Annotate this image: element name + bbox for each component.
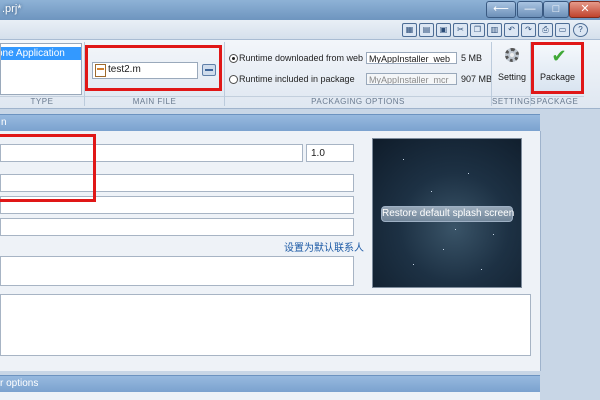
type-section-label: TYPE [0, 96, 84, 108]
star-dot [455, 229, 456, 230]
settings-section-label: SETTINGS [492, 96, 537, 106]
runtime-web-radio[interactable] [229, 54, 238, 63]
map-icon[interactable]: ▦ [402, 23, 417, 37]
ribbon: one Application TYPE test2.m MAIN FILE R… [0, 40, 600, 109]
star-dot [493, 234, 494, 235]
paste-icon[interactable]: ▥ [487, 23, 502, 37]
app-info-header[interactable]: n [0, 114, 540, 132]
summary-field[interactable] [0, 256, 354, 286]
additional-options-panel [0, 392, 540, 400]
mcr-installer-name-field[interactable]: MyAppInstaller_mcr [366, 73, 457, 85]
star-dot [443, 249, 444, 250]
star-dot [481, 269, 482, 270]
window-title: .prj* [2, 3, 22, 15]
highlight-box-app-name [0, 134, 96, 202]
close-button[interactable]: ✕ [569, 1, 600, 18]
copy-icon[interactable]: ❐ [470, 23, 485, 37]
maximize-button[interactable]: □ [543, 1, 569, 18]
app-type-list[interactable]: one Application [0, 43, 82, 95]
set-default-contact-link[interactable]: 设置为默认联系人 [284, 239, 364, 254]
description-field[interactable] [0, 294, 531, 356]
mcr-installer-size: 907 MB [461, 74, 493, 84]
app-info-header-text: n [1, 117, 7, 128]
print-icon[interactable]: ⎙ [538, 23, 553, 37]
print-preview-icon[interactable]: ▭ [555, 23, 570, 37]
star-dot [413, 264, 414, 265]
gear-icon[interactable] [505, 48, 519, 62]
runtime-included-radio[interactable] [229, 75, 238, 84]
highlight-box-main-file [85, 45, 222, 91]
package-button-label: Package [539, 72, 576, 82]
web-installer-size: 5 MB [461, 53, 483, 63]
undo-icon[interactable]: ↶ [504, 23, 519, 37]
main-file-section-label: MAIN FILE [85, 96, 224, 108]
package-button[interactable]: ✔ Package [531, 42, 584, 94]
title-bar: .prj* ⟵ — □ ✕ [0, 0, 600, 21]
version-value: 1.0 [311, 148, 325, 159]
splash-screen-preview[interactable]: Restore default splash screen [372, 138, 522, 288]
help-icon[interactable]: ? [573, 23, 588, 37]
back-button[interactable]: ⟵ [486, 1, 516, 18]
minimize-button[interactable]: — [517, 1, 543, 18]
app-type-item-selected[interactable]: one Application [1, 47, 81, 60]
company-field[interactable] [0, 218, 354, 236]
restore-splash-button[interactable]: Restore default splash screen [381, 206, 514, 222]
cut-icon[interactable]: ✂ [453, 23, 468, 37]
star-dot [403, 159, 404, 160]
save-icon[interactable]: ▣ [436, 23, 451, 37]
redo-icon[interactable]: ↷ [521, 23, 536, 37]
star-dot [468, 173, 469, 174]
quick-access-toolbar: ▦ ▤ ▣ ✂ ❐ ▥ ↶ ↷ ⎙ ▭ ? [0, 20, 600, 40]
web-installer-name-field[interactable]: MyAppInstaller_web [366, 52, 457, 64]
star-dot [431, 191, 432, 192]
runtime-included-label: Runtime included in package [239, 74, 355, 84]
packaging-options-section-label: PACKAGING OPTIONS [225, 96, 491, 108]
additional-options-header-text: r options [0, 378, 39, 389]
additional-options-header[interactable]: r options [0, 375, 540, 393]
checkmark-icon: ✔ [551, 46, 567, 66]
document-icon[interactable]: ▤ [419, 23, 434, 37]
package-section-label: PACKAGE [531, 96, 584, 108]
runtime-web-label: Runtime downloaded from web [239, 53, 364, 63]
settings-button-label[interactable]: Setting [498, 72, 526, 82]
